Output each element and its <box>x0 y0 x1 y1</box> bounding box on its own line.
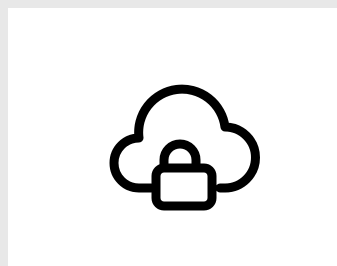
content-panel <box>8 8 337 266</box>
cloud-shape <box>109 84 260 193</box>
cloud-lock-icon <box>100 80 270 215</box>
lock-body <box>151 163 217 211</box>
